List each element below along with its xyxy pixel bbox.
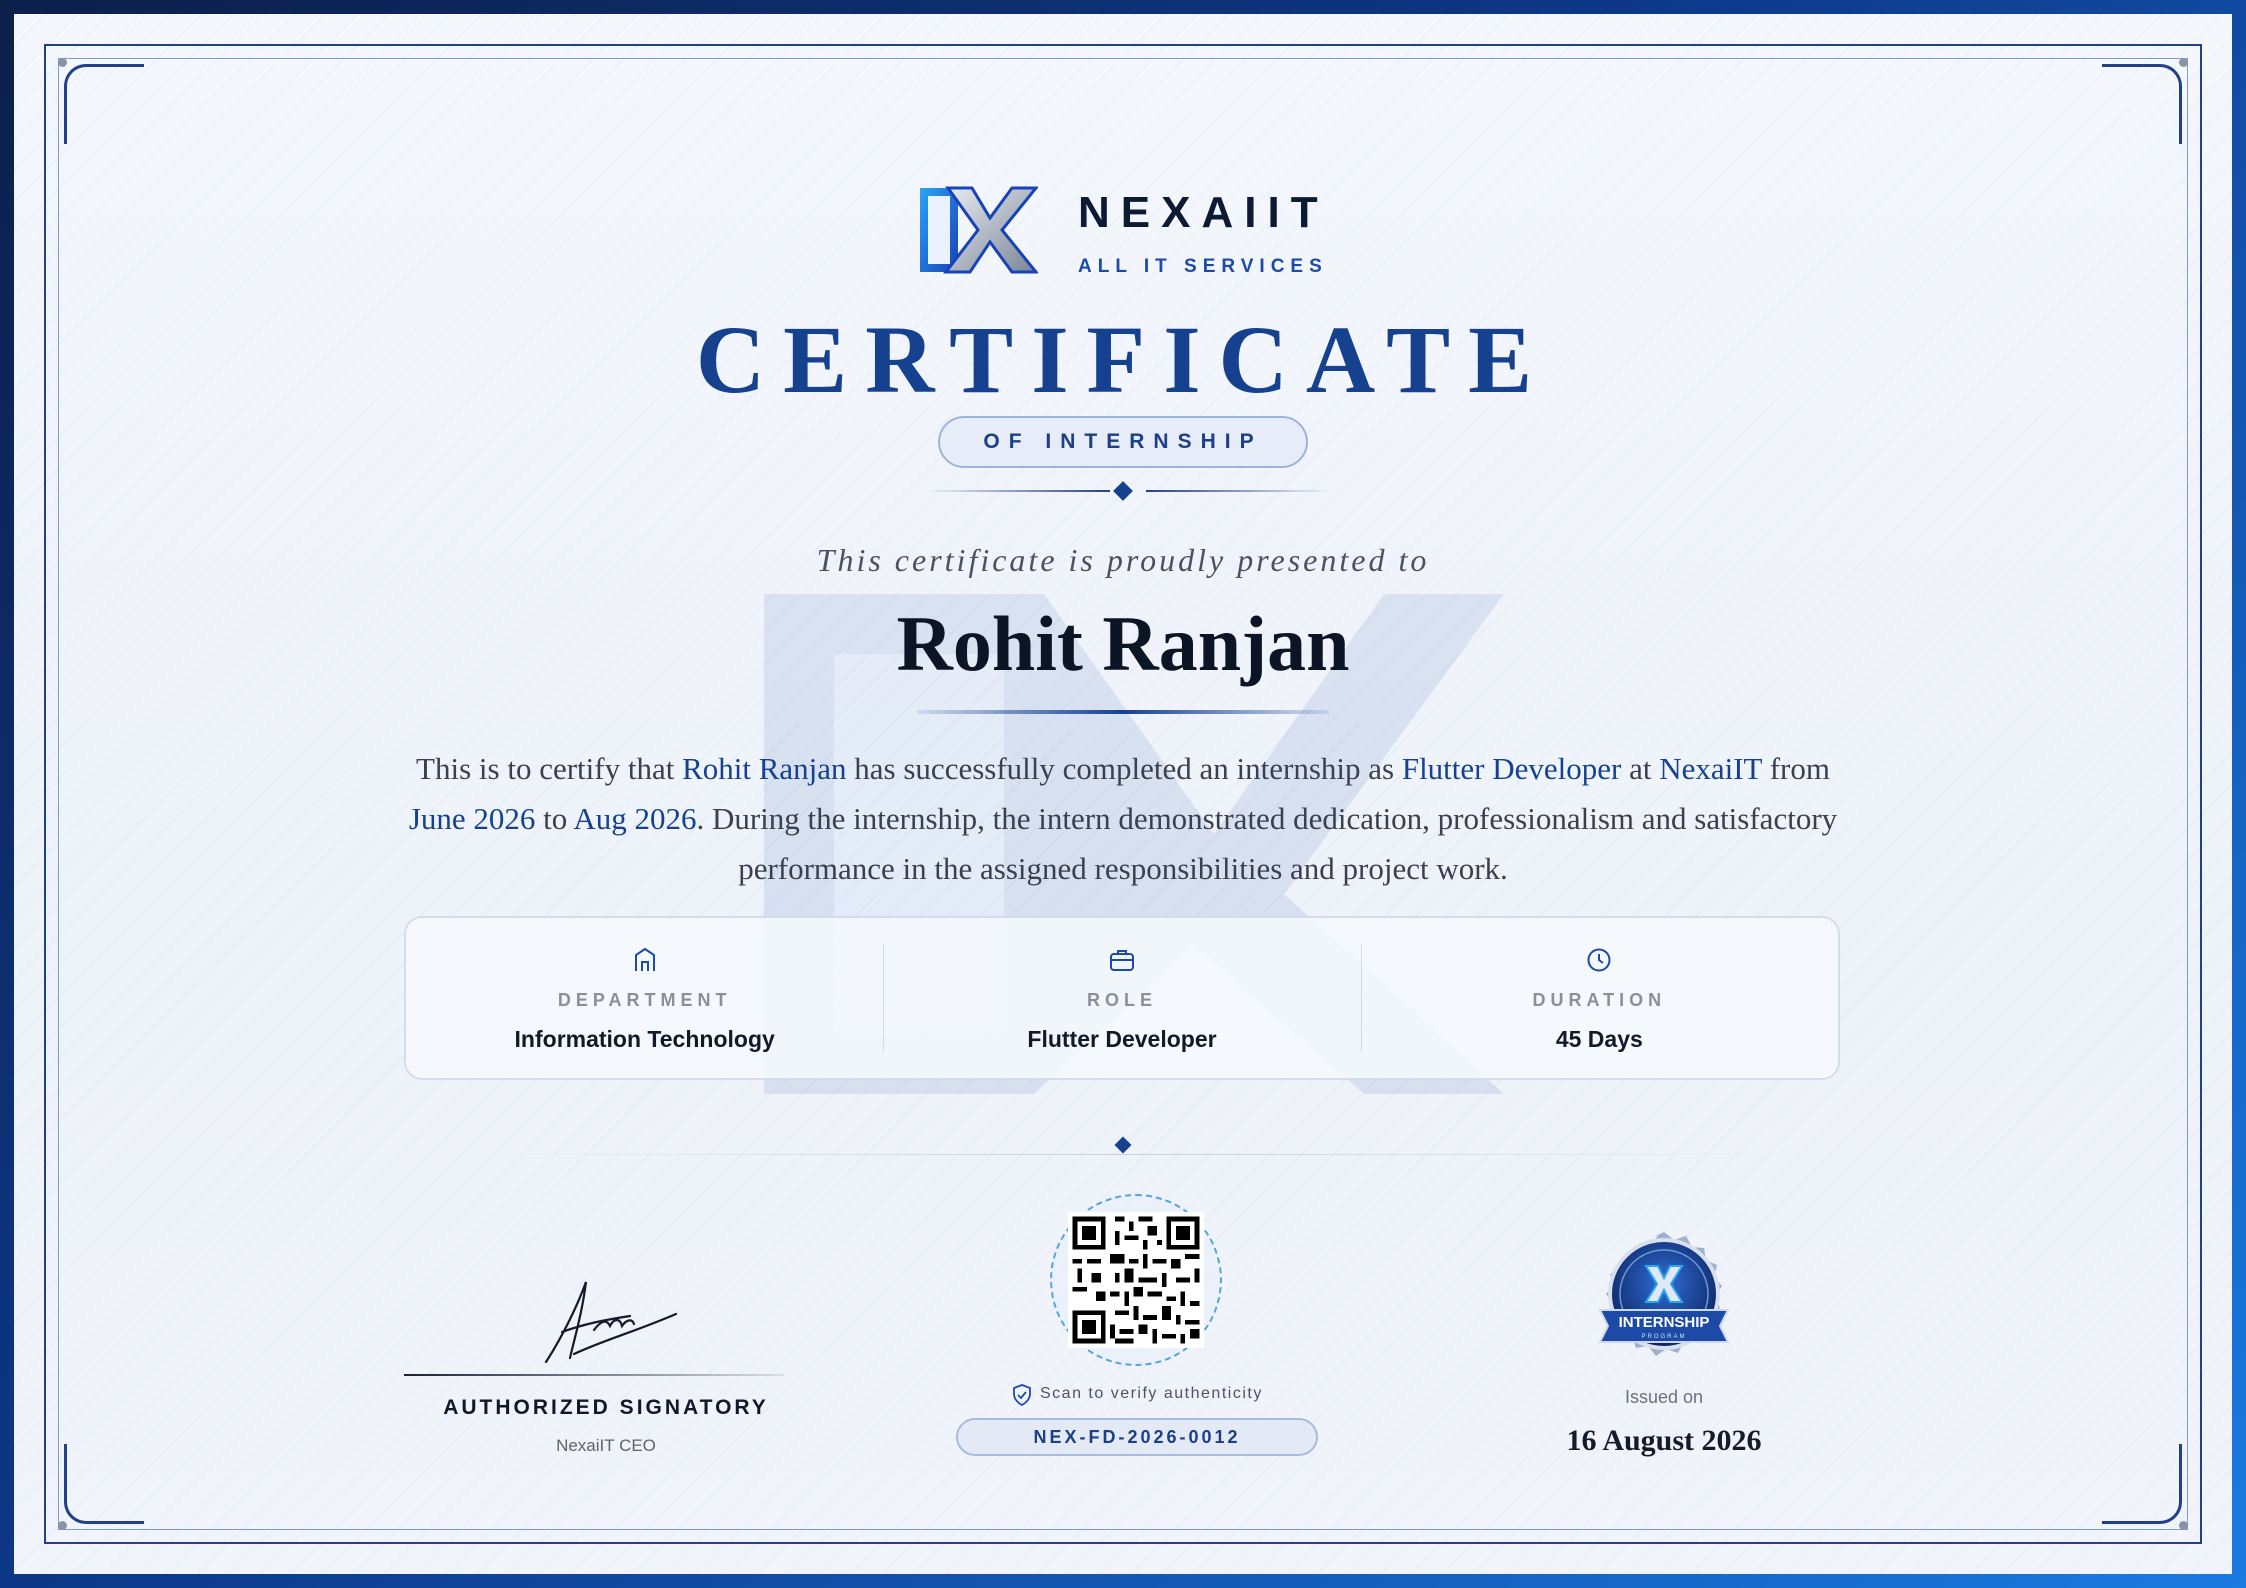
- signatory-title: AUTHORIZED SIGNATORY: [443, 1396, 769, 1419]
- corner-dot: [58, 58, 67, 67]
- detail-value: 45 Days: [1555, 1026, 1643, 1052]
- certificate-title: CERTIFICATE: [695, 306, 1551, 413]
- statement-start-date: June 2026: [408, 801, 536, 836]
- verification-qr-code[interactable]: [1068, 1212, 1204, 1348]
- detail-value: Information Technology: [514, 1026, 775, 1052]
- detail-department: DEPARTMENT Information Technology: [406, 918, 883, 1078]
- brand-name: NEXAIIT: [1078, 188, 1329, 237]
- statement-text: from: [1761, 751, 1830, 786]
- name-underline: [917, 710, 1329, 714]
- detail-label: DURATION: [1532, 990, 1667, 1010]
- certification-statement: This is to certify that Rohit Ranjan has…: [384, 744, 1862, 894]
- building-icon: [634, 947, 655, 971]
- verify-row: Scan to verify authenticity: [1004, 1384, 1268, 1408]
- statement-text: . During the internship, the intern demo…: [696, 801, 1838, 886]
- statement-company: NexaiIT: [1659, 751, 1762, 786]
- corner-ornament-bottom-right: [2102, 1444, 2182, 1524]
- statement-text: at: [1621, 751, 1660, 786]
- statement-text: to: [535, 801, 574, 836]
- corner-ornament-top-left: [64, 64, 144, 144]
- corner-dot: [2179, 58, 2188, 67]
- corner-dot: [2179, 1521, 2188, 1530]
- corner-dot: [58, 1521, 67, 1530]
- details-card: DEPARTMENT Information Technology ROLE F…: [404, 916, 1840, 1080]
- recipient-name: Rohit Ranjan: [896, 600, 1350, 687]
- verify-text: Scan to verify authenticity: [1040, 1385, 1263, 1402]
- badge-text: INTERNSHIP: [1619, 1314, 1710, 1331]
- badge-subtext: PROGRAM: [1641, 1334, 1686, 1340]
- corner-ornament-top-right: [2102, 64, 2182, 144]
- statement-text: This is to certify that: [416, 751, 683, 786]
- issued-label: Issued on: [1624, 1387, 1704, 1407]
- handwritten-signature: [544, 1281, 678, 1364]
- detail-value: Flutter Developer: [1027, 1026, 1217, 1052]
- brand-tagline: ALL IT SERVICES: [1078, 256, 1328, 277]
- certificate-code: NEX-FD-2026-0012: [956, 1418, 1318, 1456]
- statement-text: has successfully completed an internship…: [846, 751, 1402, 786]
- detail-label: DEPARTMENT: [557, 990, 732, 1010]
- certificate-frame: NEXAIIT ALL IT SERVICES CERTIFICATE OF I…: [14, 14, 2232, 1574]
- internship-seal-icon: INTERNSHIP PROGRAM: [1598, 1232, 1730, 1356]
- nexaiit-logo-icon: [920, 186, 1038, 274]
- statement-recipient: Rohit Ranjan: [682, 751, 847, 786]
- detail-label: ROLE: [1086, 990, 1157, 1010]
- brand-logo: NEXAIIT ALL IT SERVICES: [918, 184, 1338, 284]
- shield-check-icon: [1013, 1384, 1031, 1406]
- divider-left: [924, 490, 1110, 492]
- signatory-subtitle: NexaiIT CEO: [556, 1436, 656, 1455]
- detail-duration: DURATION 45 Days: [1360, 918, 1838, 1078]
- briefcase-icon: [1109, 950, 1134, 971]
- issued-date: 16 August 2026: [1566, 1424, 1762, 1457]
- signature-line: [404, 1374, 784, 1376]
- corner-ornament-bottom-left: [64, 1444, 144, 1524]
- clock-icon: [1587, 948, 1611, 972]
- divider-right: [1146, 490, 1332, 492]
- certificate-subtitle: OF INTERNSHIP: [938, 416, 1308, 468]
- statement-end-date: Aug 2026: [573, 801, 697, 836]
- statement-role: Flutter Developer: [1401, 751, 1622, 786]
- section-separator: [444, 1154, 1804, 1155]
- presented-to-text: This certificate is proudly presented to: [816, 542, 1430, 578]
- detail-role: ROLE Flutter Developer: [883, 918, 1360, 1078]
